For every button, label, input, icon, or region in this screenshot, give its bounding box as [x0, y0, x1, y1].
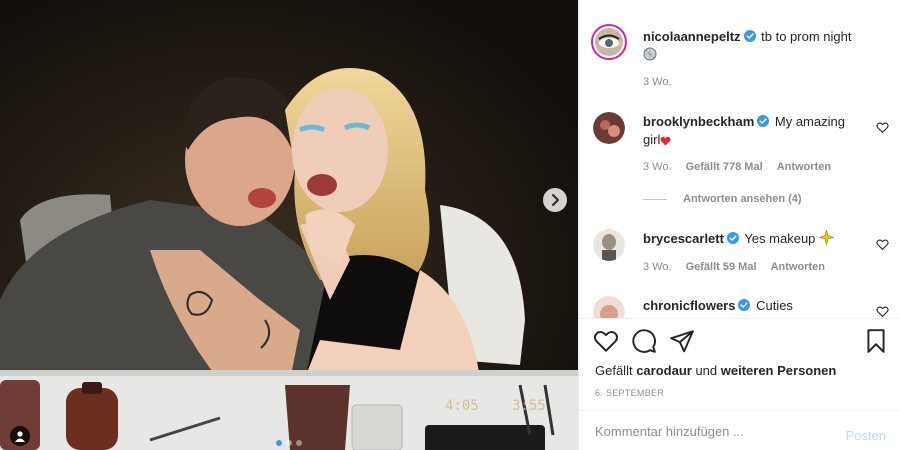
share-icon[interactable]	[669, 328, 695, 354]
post-comment-button[interactable]: Posten	[846, 428, 886, 443]
carousel-next-button[interactable]	[543, 188, 567, 212]
caption-text: tb to prom night	[757, 29, 852, 44]
comment-username[interactable]: brooklynbeckham	[643, 114, 754, 129]
comment-username[interactable]: brycescarlett	[643, 231, 724, 246]
chevron-right-icon	[551, 194, 560, 206]
photo-timestamp-left: 4:05	[445, 398, 479, 414]
replies-divider-line	[643, 198, 667, 200]
post-media[interactable]: 4:05 3:55	[0, 0, 578, 450]
like-comment-heart-icon[interactable]	[876, 305, 889, 318]
comment-item: chronicflowers Cuties	[593, 296, 889, 318]
comment-likes[interactable]: Gefällt 59 Mal	[686, 261, 757, 273]
comment-icon[interactable]	[631, 328, 657, 354]
post-caption: nicolaannepeltz tb to prom night 3 Wo.	[591, 24, 889, 96]
reply-button[interactable]: Antworten	[771, 261, 825, 273]
comment-meta: 3 Wo. Gefällt 778 Mal Antworten	[643, 161, 842, 173]
carousel-dot-1	[276, 440, 282, 446]
carousel-dot-3	[296, 440, 302, 446]
comment-likes[interactable]: Gefällt 778 Mal	[686, 161, 763, 173]
comment-time: 3 Wo.	[643, 261, 672, 273]
post-side-panel: nicolaannepeltz tb to prom night 3 Wo. b…	[578, 0, 900, 450]
verified-badge-icon	[726, 232, 739, 244]
tagged-users-button[interactable]	[10, 426, 30, 446]
photo-timestamp-right: 3:55	[512, 398, 546, 414]
comment-username[interactable]: chronicflowers	[643, 298, 735, 313]
liked-by-prefix: Gefällt	[595, 363, 637, 378]
sparkle-emoji	[819, 230, 835, 245]
comment-text: Cuties	[752, 298, 793, 313]
like-comment-heart-icon[interactable]	[876, 121, 889, 134]
like-comment-heart-icon[interactable]	[876, 238, 889, 251]
action-bar	[593, 328, 889, 356]
avatar-image	[595, 28, 623, 56]
user-tag-icon	[15, 431, 25, 442]
carousel-dot-2	[286, 440, 292, 446]
comment-meta: 3 Wo. Gefällt 59 Mal Antworten	[643, 261, 836, 273]
carousel-indicator	[0, 440, 578, 446]
comment-item: brooklynbeckham My amazing girl 3 Wo. Ge…	[593, 112, 889, 182]
comments-list[interactable]: nicolaannepeltz tb to prom night 3 Wo. b…	[579, 0, 900, 318]
liked-by-line: Gefällt carodaur und weiteren Personen	[595, 363, 836, 378]
avatar[interactable]	[593, 296, 625, 318]
comment-item: brycescarlett Yes makeup 3 Wo. Gefällt 5…	[593, 229, 889, 279]
reply-button[interactable]: Antworten	[777, 161, 831, 173]
divider	[579, 318, 900, 319]
avatar-image	[593, 229, 625, 261]
view-replies-label: Antworten ansehen (4)	[683, 193, 802, 205]
avatar[interactable]	[591, 24, 627, 60]
comment-time: 3 Wo.	[643, 161, 672, 173]
avatar-image	[593, 296, 625, 318]
verified-badge-icon	[738, 299, 751, 311]
instagram-post: 4:05 3:55 nicolaannepeltz tb to prom nig…	[0, 0, 900, 450]
liked-by-others[interactable]: weiteren Personen	[721, 363, 837, 378]
liked-by-user[interactable]: carodaur	[636, 363, 692, 378]
post-photo: 4:05 3:55	[0, 0, 578, 450]
bookmark-icon[interactable]	[863, 328, 889, 354]
caption-meta: 3 Wo.	[643, 76, 683, 88]
disco-ball-emoji	[643, 47, 657, 61]
liked-by-middle: und	[691, 363, 721, 378]
add-comment-input[interactable]	[595, 424, 805, 439]
divider	[579, 410, 900, 411]
red-heart-emoji	[660, 136, 671, 146]
avatar[interactable]	[593, 112, 625, 144]
verified-badge-icon	[757, 115, 770, 127]
avatar[interactable]	[593, 229, 625, 261]
caption-time: 3 Wo.	[643, 76, 672, 88]
post-date[interactable]: 6. SEPTEMBER	[595, 388, 664, 398]
comment-text: Yes makeup	[740, 231, 820, 246]
caption-username[interactable]: nicolaannepeltz	[643, 29, 741, 44]
view-replies-button[interactable]: Antworten ansehen (4)	[643, 193, 802, 205]
avatar-image	[593, 112, 625, 144]
verified-badge-icon	[743, 30, 756, 42]
heart-icon[interactable]	[593, 328, 619, 354]
